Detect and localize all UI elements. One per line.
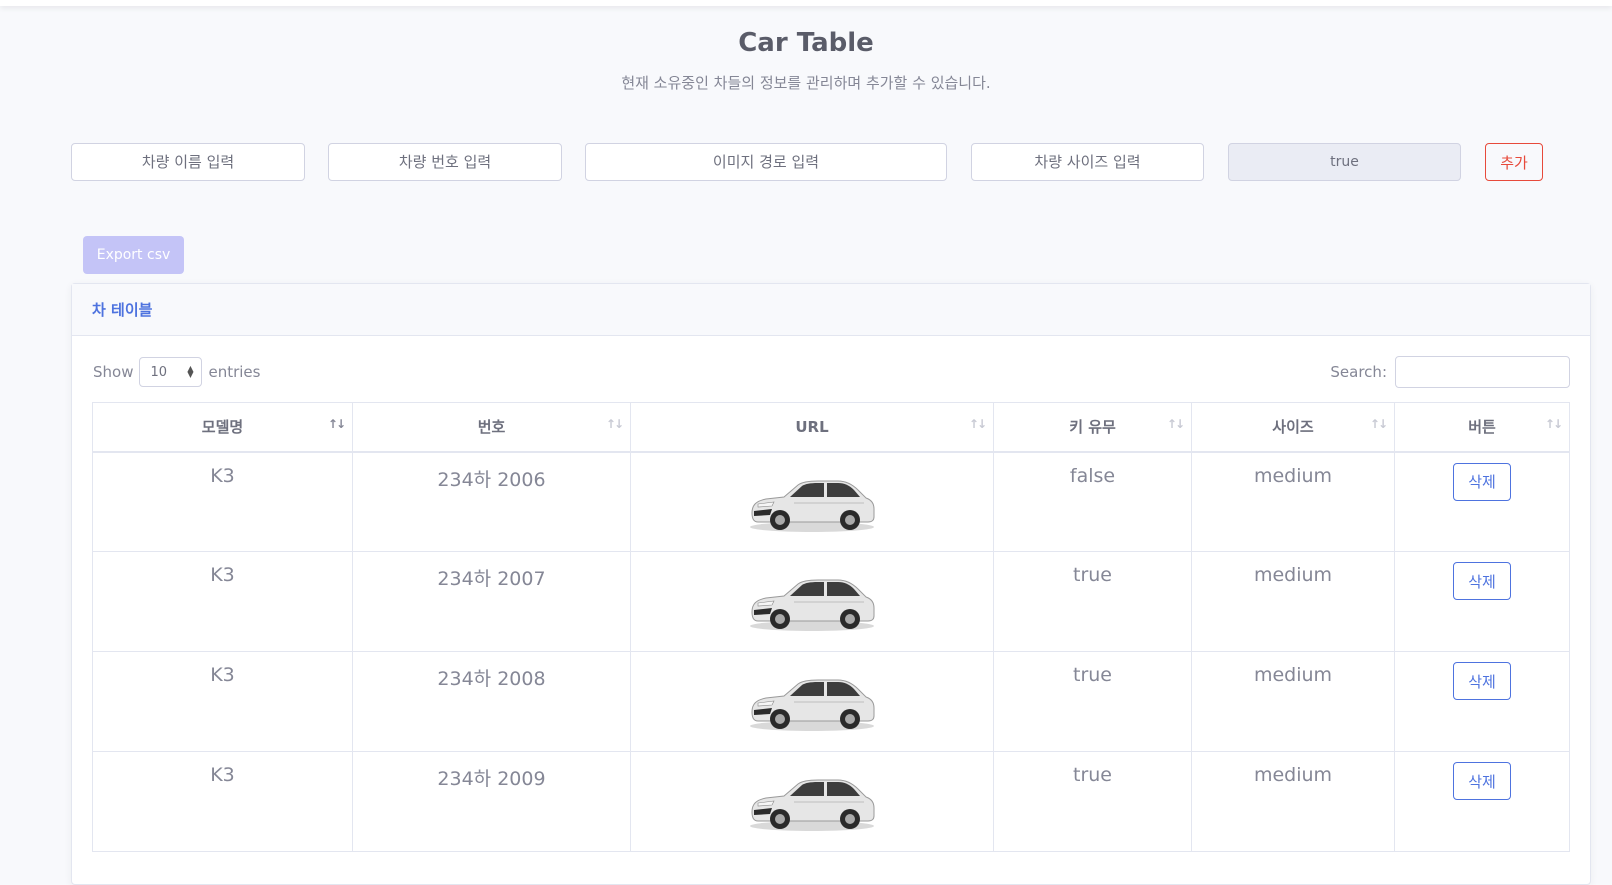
cell-url bbox=[630, 551, 994, 652]
key-value-field[interactable] bbox=[1228, 143, 1461, 181]
cell-model: K3 bbox=[92, 451, 353, 552]
table-row: K3 234하 2008 true medium 삭제 bbox=[92, 651, 1570, 752]
column-header-model[interactable]: 모델명 ↑↓ bbox=[92, 402, 353, 453]
car-image bbox=[750, 679, 875, 731]
table-row: K3 234하 2007 true medium 삭제 bbox=[92, 551, 1570, 652]
table-header-row: 모델명 ↑↓ 번호 ↑↓ URL ↑↓ 키 유무 ↑↓ 사이즈 ↑↓ 버튼 ↑↓ bbox=[92, 402, 1570, 453]
top-navbar bbox=[0, 0, 1612, 6]
cell-model: K3 bbox=[92, 551, 353, 652]
column-header-key[interactable]: 키 유무 ↑↓ bbox=[993, 402, 1192, 453]
page-length-value: 10 bbox=[150, 364, 168, 380]
delete-button[interactable]: 삭제 bbox=[1453, 462, 1511, 501]
page-title: Car Table bbox=[738, 28, 874, 58]
search-control: Search: bbox=[1330, 356, 1570, 388]
cell-key: false bbox=[993, 451, 1192, 552]
car-table: 모델명 ↑↓ 번호 ↑↓ URL ↑↓ 키 유무 ↑↓ 사이즈 ↑↓ 버튼 ↑↓ K3 234… bbox=[92, 402, 1570, 852]
column-header-size[interactable]: 사이즈 ↑↓ bbox=[1191, 402, 1395, 453]
cell-size: medium bbox=[1191, 751, 1395, 852]
search-input[interactable] bbox=[1395, 356, 1570, 388]
sort-icon: ↑↓ bbox=[605, 417, 624, 431]
show-label: Show bbox=[93, 363, 134, 381]
car-size-input[interactable] bbox=[971, 143, 1204, 181]
cell-size: medium bbox=[1191, 551, 1395, 652]
cell-key: true bbox=[993, 751, 1192, 852]
cell-url bbox=[630, 651, 994, 752]
cell-number: 234하 2006 bbox=[352, 451, 631, 552]
column-header-number[interactable]: 번호 ↑↓ bbox=[352, 402, 631, 453]
cell-number: 234하 2008 bbox=[352, 651, 631, 752]
table-row: K3 234하 2009 true medium 삭제 bbox=[92, 751, 1570, 852]
cell-number: 234하 2009 bbox=[352, 751, 631, 852]
sort-icon: ↑↓ bbox=[968, 417, 987, 431]
cell-number: 234하 2007 bbox=[352, 551, 631, 652]
sort-icon: ↑↓ bbox=[327, 417, 346, 431]
car-image bbox=[750, 779, 875, 831]
table-row: K3 234하 2006 false medium 삭제 bbox=[92, 451, 1570, 552]
car-table-card: 차 테이블 Show 10 ▲ ▼ entries Search: 모델명 ↑↓ 번… bbox=[71, 283, 1591, 885]
cell-button: 삭제 bbox=[1394, 751, 1570, 852]
car-image bbox=[750, 579, 875, 631]
page-length-select[interactable]: 10 ▲ ▼ bbox=[139, 357, 203, 387]
cell-model: K3 bbox=[92, 651, 353, 752]
add-button[interactable]: 추가 bbox=[1485, 143, 1543, 181]
delete-button[interactable]: 삭제 bbox=[1453, 762, 1511, 800]
car-image bbox=[750, 480, 875, 532]
car-number-input[interactable] bbox=[328, 143, 562, 181]
sort-icon: ↑↓ bbox=[1166, 417, 1185, 431]
card-title: 차 테이블 bbox=[92, 301, 153, 319]
cell-key: true bbox=[993, 651, 1192, 752]
delete-button[interactable]: 삭제 bbox=[1453, 662, 1511, 700]
sort-icon: ↑↓ bbox=[1369, 417, 1388, 431]
entries-label: entries bbox=[208, 363, 261, 381]
delete-button[interactable]: 삭제 bbox=[1453, 562, 1511, 600]
page-subtitle: 현재 소유중인 차들의 정보를 관리하며 추가할 수 있습니다. bbox=[621, 74, 991, 92]
search-label: Search: bbox=[1330, 363, 1387, 381]
cell-url bbox=[630, 751, 994, 852]
cell-button: 삭제 bbox=[1394, 551, 1570, 652]
column-header-button[interactable]: 버튼 ↑↓ bbox=[1394, 402, 1570, 453]
page-length-control: Show 10 ▲ ▼ entries bbox=[93, 357, 260, 387]
cell-size: medium bbox=[1191, 451, 1395, 552]
column-header-url[interactable]: URL ↑↓ bbox=[630, 402, 994, 453]
card-header: 차 테이블 bbox=[72, 284, 1590, 336]
export-csv-button[interactable]: Export csv bbox=[83, 236, 184, 274]
cell-button: 삭제 bbox=[1394, 451, 1570, 552]
car-name-input[interactable] bbox=[71, 143, 305, 181]
cell-button: 삭제 bbox=[1394, 651, 1570, 752]
cell-model: K3 bbox=[92, 751, 353, 852]
cell-url bbox=[630, 451, 994, 552]
sort-icon: ↑↓ bbox=[1544, 417, 1563, 431]
cell-key: true bbox=[993, 551, 1192, 652]
chevron-updown-icon: ▲ ▼ bbox=[187, 364, 194, 379]
cell-size: medium bbox=[1191, 651, 1395, 752]
image-path-input[interactable] bbox=[585, 143, 947, 181]
